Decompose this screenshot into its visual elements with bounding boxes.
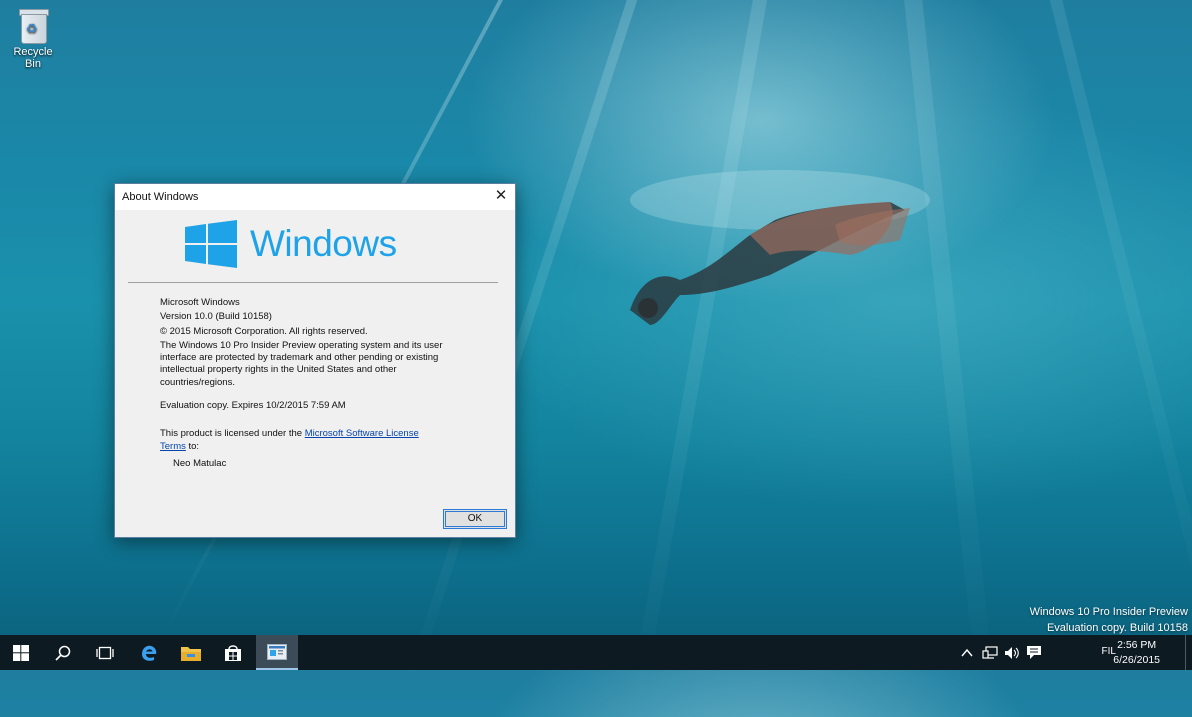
- evaluation-text: Evaluation copy. Expires 10/2/2015 7:59 …: [160, 400, 346, 412]
- license-suffix: to:: [185, 440, 200, 452]
- license-prefix: This product is licensed under the: [160, 428, 305, 440]
- legal-line: The Windows 10 Pro Insider Preview opera…: [160, 339, 443, 351]
- start-icon: [13, 644, 29, 661]
- license-terms-link[interactable]: Terms: [160, 441, 186, 452]
- separator: [128, 282, 498, 283]
- search-icon: [55, 645, 71, 661]
- license-terms-link[interactable]: Microsoft Software License: [305, 428, 419, 439]
- swimmer-image: [630, 170, 930, 325]
- recycle-bin-label: Recycle Bin: [13, 46, 53, 70]
- file-explorer-icon: [181, 646, 201, 661]
- edge-icon: [142, 645, 157, 661]
- dialog-titlebar[interactable]: About Windows ✕: [115, 184, 515, 210]
- version-info: Microsoft Windows Version 10.0 (Build 10…: [160, 297, 460, 470]
- about-windows-dialog: About Windows ✕ Windows Microsoft Window…: [114, 183, 516, 538]
- recycle-bin-shortcut[interactable]: ♻ Recycle Bin: [4, 4, 62, 70]
- store-button[interactable]: [212, 635, 254, 670]
- legal-line: intellectual property rights in the Unit…: [160, 364, 397, 376]
- watermark-line: Windows 10 Pro Insider Preview: [1029, 606, 1188, 618]
- windows-logo-icon: [185, 220, 237, 268]
- license-line: This product is licensed under the Micro…: [160, 428, 460, 440]
- licensee-name: Neo Matulac: [173, 457, 227, 469]
- start-button[interactable]: [0, 635, 42, 670]
- about-windows-taskbar-button[interactable]: [256, 635, 298, 670]
- file-explorer-button[interactable]: [170, 635, 212, 670]
- edge-button[interactable]: [128, 635, 170, 670]
- search-button[interactable]: [42, 635, 84, 670]
- task-view-icon: [96, 646, 114, 659]
- clock-time: 2:56 PM: [1117, 639, 1157, 651]
- system-tray: [961, 635, 1042, 670]
- about-windows-app-icon: [267, 643, 287, 660]
- chevron-up-icon[interactable]: [961, 648, 973, 658]
- license-line: Terms to:: [160, 441, 460, 453]
- dialog-title: About Windows: [122, 191, 199, 203]
- product-name: Microsoft Windows: [160, 297, 240, 308]
- network-icon[interactable]: [982, 645, 998, 660]
- show-desktop-button[interactable]: [1185, 635, 1192, 670]
- copyright-text: © 2015 Microsoft Corporation. All rights…: [160, 325, 368, 337]
- close-button[interactable]: ✕: [487, 184, 515, 210]
- legal-line: countries/regions.: [160, 376, 235, 388]
- clock-date: 6/26/2015: [1113, 654, 1160, 666]
- recycle-bin-icon: ♻: [17, 6, 49, 44]
- ok-button[interactable]: OK: [443, 509, 507, 529]
- windows-wordmark: Windows: [250, 223, 397, 264]
- clock[interactable]: 2:56 PM 6/26/2015: [1113, 638, 1160, 668]
- watermark-line: Evaluation copy. Build 10158: [1046, 622, 1188, 634]
- task-view-button[interactable]: [84, 635, 126, 670]
- version-text: Version 10.0 (Build 10158): [160, 311, 272, 323]
- legal-line: interface are protected by trademark and…: [160, 352, 439, 364]
- action-center-icon[interactable]: [1026, 645, 1042, 660]
- volume-icon[interactable]: [1004, 646, 1020, 660]
- light-ray: [900, 0, 998, 717]
- light-ray: [628, 0, 774, 710]
- store-icon: [225, 644, 241, 661]
- light-ray: [1040, 0, 1192, 699]
- evaluation-watermark: Windows 10 Pro Insider Preview Evaluatio…: [1030, 604, 1188, 636]
- taskbar: FIL 2:56 PM 6/26/2015: [0, 635, 1192, 670]
